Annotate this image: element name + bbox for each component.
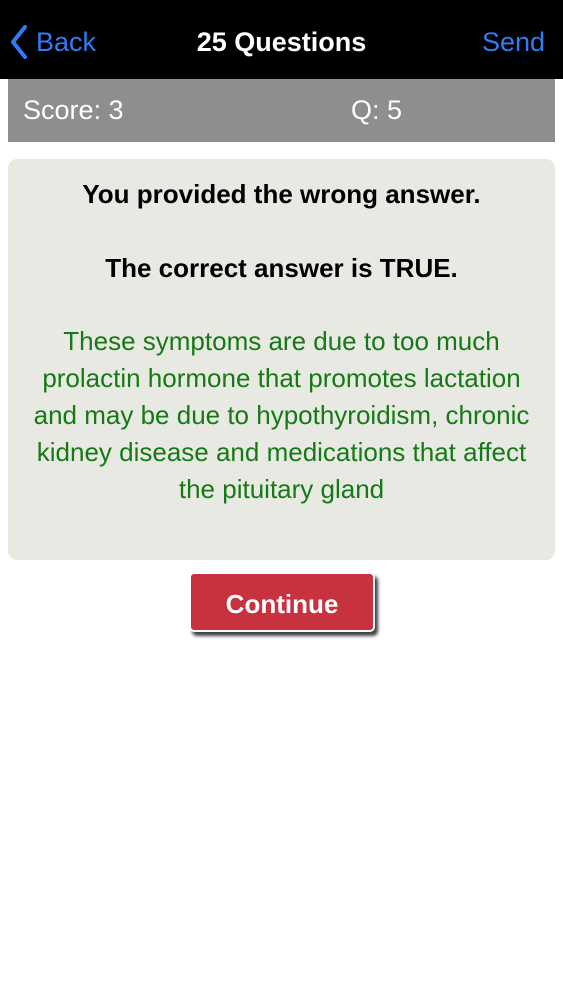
back-label: Back [36, 27, 97, 57]
send-button[interactable]: Send [482, 22, 545, 62]
chevron-left-icon [10, 25, 28, 59]
wrong-answer-message: You provided the wrong answer. [82, 179, 481, 209]
score-label: Score: 3 [23, 95, 124, 125]
question-number-label: Q: 5 [351, 95, 403, 125]
back-button[interactable]: Back [10, 22, 96, 62]
score-bar: Score: 3 Q: 5 [8, 79, 555, 142]
answer-explanation: These symptoms are due to too much prola… [33, 326, 530, 504]
correct-answer-message: The correct answer is TRUE. [105, 253, 458, 283]
navigation-bar: Back 25 Questions Send [0, 0, 563, 79]
continue-button[interactable]: Continue [189, 572, 375, 632]
